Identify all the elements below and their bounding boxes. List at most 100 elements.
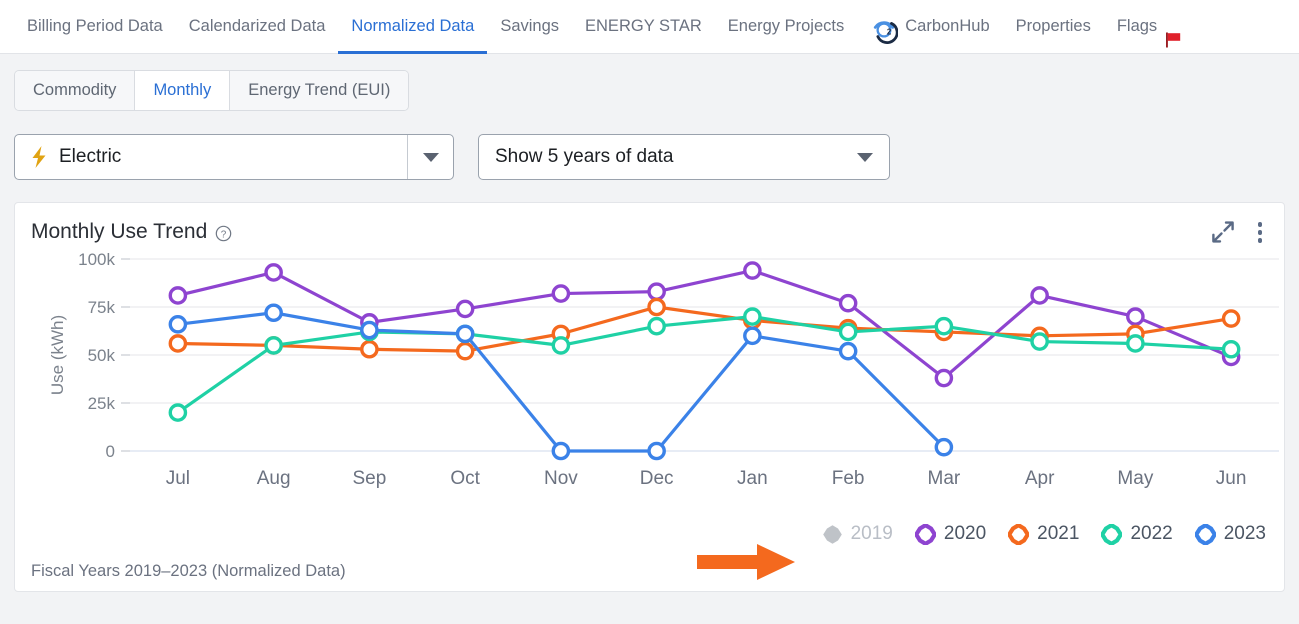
data-point-2023-Nov[interactable] — [551, 441, 571, 461]
kebab-dot — [1257, 238, 1262, 243]
nav-label: Billing Period Data — [27, 17, 163, 35]
data-point-2023-Jul[interactable] — [168, 314, 188, 334]
data-point-2021-Dec[interactable] — [647, 297, 666, 317]
x-axis-tick-label: Feb — [832, 468, 865, 489]
expand-arrows-icon[interactable] — [1211, 221, 1234, 243]
data-point-2020-Dec[interactable] — [647, 282, 666, 301]
data-point-2021-Jul[interactable] — [168, 334, 188, 353]
nav-label: Properties — [1015, 17, 1091, 35]
nav-item-energy-star[interactable]: ENERGY STAR — [572, 0, 715, 54]
data-point-2023-Feb[interactable] — [838, 341, 858, 361]
legend-item-2020[interactable]: 2020 — [914, 523, 987, 545]
data-point-2020-Jan[interactable] — [743, 261, 762, 280]
x-axis-tick-label: Apr — [1025, 468, 1055, 489]
nav-item-billing-period-data[interactable]: Billing Period Data — [14, 0, 176, 54]
y-axis-tick-label: 25k — [88, 394, 116, 413]
data-point-2023-Mar[interactable] — [934, 437, 954, 457]
nav-item-flags[interactable]: Flags — [1104, 0, 1195, 54]
series-line-2022 — [176, 315, 1233, 415]
legend-item-2023[interactable]: 2023 — [1194, 523, 1266, 545]
data-point-2022-Feb[interactable] — [838, 322, 858, 342]
card-header: Monthly Use Trend ? — [15, 203, 1284, 245]
chevron-down-icon — [857, 152, 873, 162]
y-axis-tick-label: 75k — [88, 298, 116, 317]
carbonhub-icon: 2 — [870, 13, 899, 44]
nav-item-properties[interactable]: Properties — [1003, 0, 1104, 54]
subtab-group: Commodity Monthly Energy Trend (EUI) — [14, 70, 410, 111]
data-point-2022-Jun[interactable] — [1221, 339, 1241, 359]
nav-label: Calendarized Data — [188, 17, 326, 35]
card-title-wrap: Monthly Use Trend ? — [31, 220, 232, 244]
legend-item-2019[interactable]: 2019 — [822, 523, 893, 545]
data-point-2022-May[interactable] — [1126, 334, 1145, 353]
nav-item-normalized-data[interactable]: Normalized Data — [338, 0, 487, 54]
data-point-2022-Apr[interactable] — [1030, 332, 1049, 351]
data-point-2020-Nov[interactable] — [551, 284, 571, 303]
x-axis-tick-label: Jan — [737, 468, 768, 489]
commodity-select[interactable]: Electric — [14, 134, 454, 180]
y-axis-title: Use (kWh) — [48, 315, 67, 395]
legend-label: 2019 — [850, 523, 893, 544]
nav-label: Normalized Data — [351, 17, 475, 35]
data-point-2020-Apr[interactable] — [1030, 286, 1049, 305]
question-mark-icon[interactable]: ? — [215, 224, 232, 241]
data-point-2022-Jan[interactable] — [743, 307, 762, 326]
data-point-2023-Jan[interactable] — [743, 326, 762, 346]
x-axis-tick-label: Nov — [544, 468, 578, 489]
nav-item-carbonhub[interactable]: 2 CarbonHub — [857, 0, 1002, 54]
nav-label: Flags — [1116, 17, 1158, 35]
data-point-2020-Mar[interactable] — [934, 368, 954, 388]
data-point-2022-Nov[interactable] — [551, 336, 571, 355]
nav-item-savings[interactable]: Savings — [487, 0, 572, 54]
legend-label: 2022 — [1130, 523, 1173, 544]
filter-bar: Electric Show 5 years of data — [0, 111, 1299, 180]
commodity-select-value-wrap: Electric — [15, 135, 407, 179]
legend-label: 2020 — [943, 523, 987, 544]
subtab-monthly[interactable]: Monthly — [135, 71, 231, 110]
data-point-2022-Mar[interactable] — [934, 316, 954, 336]
lightning-bolt-icon — [29, 145, 49, 169]
monthly-use-trend-card: Monthly Use Trend ? 0 25k 50k 75k 100k U… — [14, 202, 1285, 592]
data-point-2023-Aug[interactable] — [264, 303, 283, 323]
subtab-bar: Commodity Monthly Energy Trend (EUI) — [0, 54, 1299, 111]
data-point-2020-Feb[interactable] — [838, 293, 858, 313]
data-point-2023-Oct[interactable] — [455, 324, 475, 344]
nav-label: Energy Projects — [727, 17, 845, 35]
data-point-2020-May[interactable] — [1126, 307, 1145, 326]
x-axis-tick-label: Oct — [450, 468, 480, 489]
kebab-menu-icon[interactable] — [1256, 220, 1265, 245]
data-point-2022-Dec[interactable] — [647, 316, 666, 336]
data-point-2023-Dec[interactable] — [647, 441, 666, 461]
legend-item-2022[interactable]: 2022 — [1101, 523, 1173, 545]
legend-item-2021[interactable]: 2021 — [1008, 523, 1079, 545]
x-axis-tick-label: Dec — [640, 468, 674, 489]
data-point-2020-Oct[interactable] — [455, 299, 475, 319]
chart-footer-caption: Fiscal Years 2019–2023 (Normalized Data) — [31, 562, 346, 580]
nav-label: Savings — [500, 17, 560, 35]
nav-item-energy-projects[interactable]: Energy Projects — [715, 0, 857, 54]
x-axis-tick-label: May — [1117, 468, 1153, 489]
years-range-select[interactable]: Show 5 years of data — [478, 134, 890, 180]
subtab-commodity[interactable]: Commodity — [15, 71, 136, 110]
nav-item-calendarized-data[interactable]: Calendarized Data — [176, 0, 339, 54]
data-point-2021-Sep[interactable] — [360, 339, 379, 359]
line-chart-plot: 0 25k 50k 75k 100k Use (kWh) Jul Aug Sep Oct Nov De… — [48, 250, 1279, 489]
data-point-2020-Aug[interactable] — [264, 263, 283, 282]
commodity-select-arrow[interactable] — [407, 135, 453, 179]
data-point-2022-Jul[interactable] — [168, 403, 188, 422]
data-point-2020-Jul[interactable] — [168, 286, 188, 305]
commodity-select-value: Electric — [59, 146, 122, 167]
svg-text:2: 2 — [887, 27, 892, 36]
series-line-2021 — [176, 305, 1233, 353]
data-point-2023-Sep[interactable] — [360, 320, 379, 340]
subtab-energy-trend-eui[interactable]: Energy Trend (EUI) — [230, 71, 409, 110]
y-axis-tick-label: 50k — [88, 346, 116, 365]
data-point-2022-Aug[interactable] — [264, 336, 283, 355]
chart-legend: 2019 2020 2021 2022 2023 — [822, 523, 1266, 545]
data-point-2021-Jun[interactable] — [1221, 309, 1241, 328]
x-axis-tick-label: Jul — [166, 468, 190, 489]
top-navigation: Billing Period Data Calendarized Data No… — [0, 0, 1299, 54]
legend-marker-2022 — [1101, 523, 1123, 545]
data-point-2021-Oct[interactable] — [455, 341, 475, 361]
legend-marker-2020 — [914, 523, 936, 545]
